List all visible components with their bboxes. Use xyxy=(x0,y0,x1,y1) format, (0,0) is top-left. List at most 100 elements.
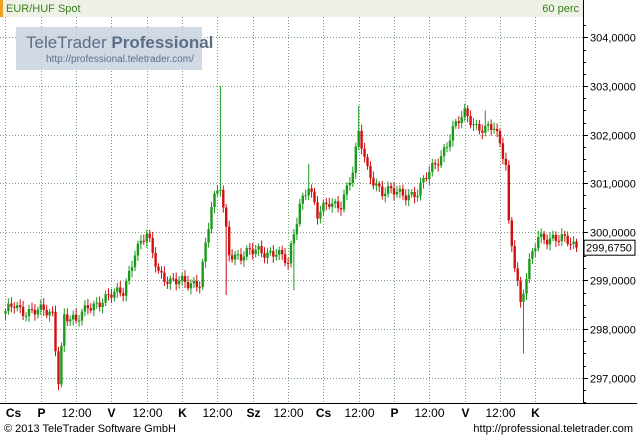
candle-body xyxy=(572,241,575,245)
x-tick-label: P xyxy=(37,406,45,420)
candle-body xyxy=(183,276,187,282)
candle-body xyxy=(560,234,563,242)
candle-body xyxy=(369,166,372,178)
candle-body xyxy=(545,239,549,245)
y-tick-label: 298,0000 xyxy=(590,325,636,337)
x-tick-label: 12:00 xyxy=(61,406,91,420)
candle-body xyxy=(239,254,243,261)
candle-body xyxy=(60,345,63,385)
last-price-marker: 299,6750 xyxy=(583,239,636,256)
candle-body xyxy=(4,311,7,314)
candle-body xyxy=(254,249,257,254)
y-tick-label: 304,0000 xyxy=(590,33,636,45)
candle-body xyxy=(269,251,272,253)
candle-body xyxy=(439,156,443,166)
candle-body xyxy=(63,314,66,346)
candle-body xyxy=(510,220,513,246)
candle-body xyxy=(283,254,287,264)
candle-body xyxy=(392,188,396,195)
candle-body xyxy=(498,131,502,144)
candle-body xyxy=(107,294,110,296)
candle-body xyxy=(281,250,284,255)
candle-body xyxy=(163,272,166,282)
candle-body xyxy=(233,254,237,260)
candle-body xyxy=(110,294,113,298)
candle-body xyxy=(413,192,416,198)
candle-body xyxy=(360,130,363,149)
candle-body xyxy=(175,278,178,285)
candle-body xyxy=(395,191,399,195)
last-price-label: 299,6750 xyxy=(586,243,632,255)
candle-body xyxy=(381,186,384,197)
candle-body xyxy=(407,194,410,201)
footer-link[interactable]: http://professional.teletrader.com xyxy=(473,423,633,435)
candle-body xyxy=(516,268,519,281)
candle-body xyxy=(198,287,201,289)
candle-body xyxy=(354,146,357,173)
candle-body xyxy=(398,188,402,192)
y-tick-label: 302,0000 xyxy=(590,131,636,143)
candle-body xyxy=(519,280,522,302)
candle-body xyxy=(319,211,322,219)
chart-canvas[interactable]: EUR/HUF Spot 60 perc TeleTrader Professi… xyxy=(0,0,637,421)
candle-body xyxy=(248,248,251,250)
candle-body xyxy=(236,254,240,256)
candle-body xyxy=(24,316,28,317)
watermark-title: TeleTrader xyxy=(26,33,111,52)
candle-body xyxy=(225,207,228,227)
y-tick-label: 303,0000 xyxy=(590,82,636,94)
candle-body xyxy=(454,121,457,127)
candle-body xyxy=(404,195,407,201)
candle-body xyxy=(513,245,516,269)
candle-body xyxy=(416,195,419,198)
candle-body xyxy=(51,311,54,313)
candle-body xyxy=(466,108,469,117)
candle-body xyxy=(384,193,387,197)
candle-body xyxy=(307,188,310,196)
candle-body xyxy=(442,147,446,157)
candle-body xyxy=(222,189,225,208)
candle-body xyxy=(366,157,369,167)
candle-body xyxy=(401,188,405,196)
header-accent xyxy=(0,0,3,17)
candle-body xyxy=(166,281,169,284)
candle-body xyxy=(490,124,493,130)
candle-body xyxy=(257,246,260,250)
candle-body xyxy=(295,224,299,235)
candle-body xyxy=(484,125,487,133)
candle-body xyxy=(566,235,569,244)
candle-body xyxy=(207,229,210,243)
candle-body xyxy=(133,255,137,268)
candle-body xyxy=(7,303,10,312)
candle-body xyxy=(304,195,307,197)
candle-body xyxy=(219,189,222,191)
candle-body xyxy=(95,302,98,304)
candle-body xyxy=(460,117,463,124)
candle-body xyxy=(189,283,193,289)
svg-text:TeleTrader Professional: TeleTrader Professional xyxy=(26,33,213,52)
candle-body xyxy=(363,148,366,158)
candle-body xyxy=(386,186,390,194)
candle-body xyxy=(213,193,216,207)
candle-body xyxy=(104,294,107,303)
candle-body xyxy=(422,178,425,183)
candle-body xyxy=(245,248,248,257)
candle-body xyxy=(375,183,378,186)
candle-body xyxy=(180,276,184,281)
candle-body xyxy=(74,314,78,321)
candle-body xyxy=(251,249,254,254)
candle-body xyxy=(575,241,578,248)
plot-area[interactable] xyxy=(0,17,583,403)
candle-body xyxy=(492,128,496,130)
candle-body xyxy=(548,238,552,245)
candle-body xyxy=(357,130,360,147)
candle-body xyxy=(266,252,269,258)
candle-body xyxy=(272,251,275,257)
candle-body xyxy=(116,287,119,292)
instrument-label: EUR/HUF Spot xyxy=(6,3,81,15)
x-tick-label: Sz xyxy=(246,406,260,420)
candle-body xyxy=(292,234,296,244)
footer: © 2013 TeleTrader Software GmbH http://p… xyxy=(0,421,637,440)
candle-body xyxy=(16,305,19,308)
x-tick-label: P xyxy=(390,406,398,420)
